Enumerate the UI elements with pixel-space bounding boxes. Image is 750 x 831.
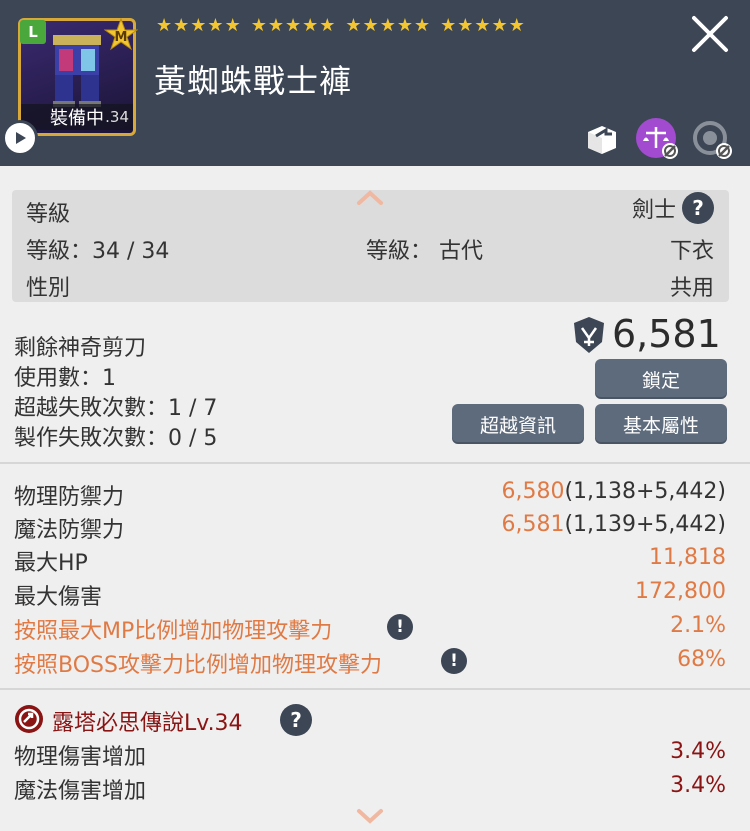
star-force-stars: ★ ★ ★ ★ ★ ★ ★ ★ ★ ★ ★ ★ ★ ★ ★ ★ ★ ★ ★ ★ [156, 14, 531, 40]
set-effect-value: 3.4% [670, 773, 726, 798]
play-icon [16, 132, 26, 144]
level-badge: L [20, 20, 46, 44]
lock-button[interactable]: 鎖定 [595, 359, 727, 399]
trade-scale-icon[interactable] [634, 116, 678, 160]
star-icon: ★ [173, 15, 190, 36]
transcend-info-button[interactable]: 超越資訊 [452, 404, 584, 444]
star-icon: ★ [396, 15, 413, 36]
star-icon: ★ [284, 15, 302, 36]
set-help-icon[interactable]: ? [280, 704, 312, 736]
play-button[interactable] [2, 120, 38, 156]
chevron-up-icon[interactable] [356, 190, 384, 206]
close-icon[interactable] [690, 14, 730, 54]
star-icon: ★ [250, 15, 267, 36]
stat-value: 2.1% [670, 613, 726, 638]
star-group: ★ ★ ★ ★ ★ [251, 14, 336, 40]
divider [0, 462, 750, 464]
star-icon: ★ [190, 15, 207, 36]
equipped-level: .34 [105, 108, 129, 126]
level-header: 等級 [26, 202, 71, 227]
star-icon: ★ [457, 15, 474, 36]
star-icon: ★ [224, 15, 241, 36]
star-icon: ★ [345, 15, 362, 36]
category-value: 下衣 [669, 239, 714, 264]
pants-icon [53, 35, 101, 107]
chevron-down-icon[interactable] [356, 808, 384, 824]
star-icon: ★ [267, 15, 284, 36]
stat-name: 按照最大MP比例增加物理攻擊力 [14, 619, 333, 644]
set-name: 露塔必思傳說Lv.34 [52, 711, 243, 736]
stat-value: 6,580(1,138+5,442) [501, 479, 726, 504]
star-icon: ★ [491, 15, 508, 36]
star-icon: ★ [440, 15, 457, 36]
stat-value: 172,800 [635, 579, 726, 604]
set-effect-name: 物理傷害增加 [14, 745, 147, 770]
level-value: 等級：34 / 34 [26, 239, 170, 264]
star-icon: ★ [508, 15, 525, 36]
star-icon: ★ [474, 15, 491, 36]
badge-m-text: M [115, 30, 128, 45]
stat-value: 11,818 [649, 545, 726, 570]
craft-fail-count: 製作失敗次數：0 / 5 [14, 426, 218, 451]
star-icon: ★ [319, 15, 336, 36]
stat-name: 魔法防禦力 [14, 518, 125, 543]
job-label: 劍士 [631, 198, 676, 223]
gender-value: 共用 [669, 276, 714, 301]
star-icon: ★ [379, 15, 396, 36]
star-group: ★ ★ ★ ★ ★ [156, 14, 241, 40]
stat-name: 按照BOSS攻擊力比例增加物理攻擊力 [14, 653, 382, 678]
set-effect-value: 3.4% [670, 739, 726, 764]
transcend-fail-count: 超越失敗次數：1 / 7 [14, 396, 218, 421]
uses-count: 使用數：1 [14, 366, 116, 391]
star-group: ★ ★ ★ ★ ★ [440, 14, 525, 40]
stat-value: 6,581(1,139+5,442) [501, 512, 726, 537]
star-icon: ★ [156, 15, 173, 36]
star-icon: ★ [207, 15, 224, 36]
rotate-disabled-icon[interactable] [688, 116, 732, 160]
stat-name: 最大傷害 [14, 585, 103, 610]
scissors-label: 剩餘神奇剪刀 [14, 336, 147, 361]
set-effect-name: 魔法傷害增加 [14, 779, 147, 804]
star-icon: ★ [362, 15, 379, 36]
shield-emblem-icon [574, 317, 604, 353]
job-row: 劍士 ? [632, 192, 714, 224]
job-help-icon[interactable]: ? [682, 192, 714, 224]
stat-name: 最大HP [14, 551, 88, 576]
set-emblem-icon [15, 705, 43, 733]
info-icon[interactable]: ! [387, 614, 413, 640]
star-icon: ★ [302, 15, 319, 36]
star-icon: ★ [413, 15, 431, 36]
scissors-score: 6,581 [612, 312, 721, 356]
item-name: 黃蜘蛛戰士褲 [154, 62, 353, 100]
share-box-icon[interactable] [580, 116, 624, 160]
gender-label: 性別 [26, 276, 71, 301]
equipped-text: 裝備中 [50, 108, 104, 129]
basic-attr-button[interactable]: 基本屬性 [595, 404, 727, 444]
star-group: ★ ★ ★ ★ ★ [345, 14, 430, 40]
grade-value: 等級： 古代 [366, 239, 483, 264]
item-header: L M 裝備中 .34 ★ ★ ★ ★ ★ ★ ★ ★ ★ ★ ★ ★ ★ ★ ★ ★ ★ ★ ★ ★ 黃蜘蛛戰士褲 [0, 0, 750, 166]
equipped-label: 裝備中 .34 [21, 104, 133, 130]
star-m-badge-icon: M [104, 18, 138, 51]
stat-value: 68% [677, 647, 726, 672]
divider [0, 688, 750, 690]
info-icon[interactable]: ! [441, 648, 467, 674]
stat-name: 物理防禦力 [14, 485, 125, 510]
